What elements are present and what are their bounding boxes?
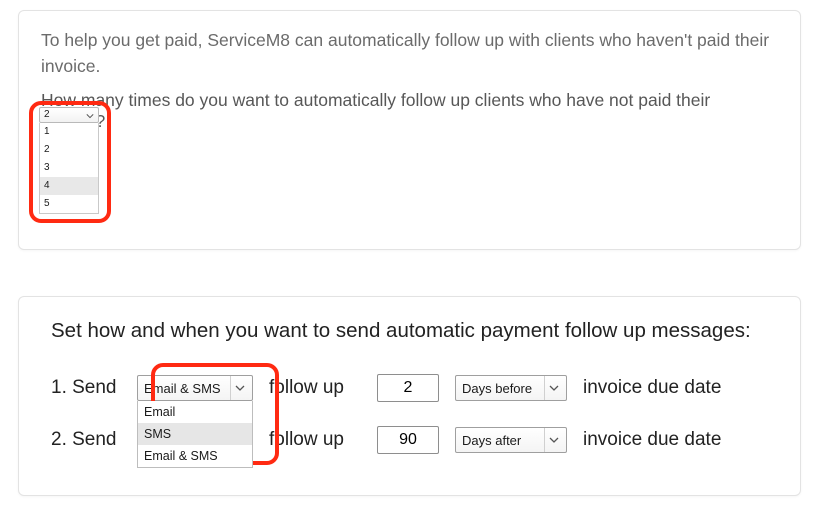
count-option-1[interactable]: 1	[40, 123, 98, 141]
row2-followup-text: follow up	[269, 429, 361, 451]
row1-method-wrap: Email & SMS Email SMS Email & SMS	[137, 375, 253, 401]
followup-count-value: 2	[44, 109, 50, 120]
row1-followup-text: follow up	[269, 377, 361, 399]
row2-timing-value: Days after	[462, 433, 521, 448]
count-option-2[interactable]: 2	[40, 141, 98, 159]
followup-count-select-wrap: 2 1 2 3 4 5	[39, 107, 99, 214]
row2-days-input[interactable]	[377, 426, 439, 454]
row1-method-value: Email & SMS	[144, 381, 221, 396]
count-option-3[interactable]: 3	[40, 159, 98, 177]
row1-timing-select[interactable]: Days before	[455, 375, 567, 401]
method-option-both[interactable]: Email & SMS	[138, 445, 252, 467]
method-option-email[interactable]: Email	[138, 401, 252, 423]
followup-row-1: 1. Send Email & SMS Email SMS Email & SM…	[51, 373, 768, 403]
chevron-down-icon	[84, 111, 96, 121]
row1-due-text: invoice due date	[583, 377, 721, 399]
row1-method-options: Email SMS Email & SMS	[137, 401, 253, 468]
chevron-down-icon	[544, 376, 562, 400]
row1-days-input[interactable]	[377, 374, 439, 402]
count-option-5[interactable]: 5	[40, 195, 98, 213]
followup-schedule-card: Set how and when you want to send automa…	[18, 296, 801, 496]
row2-label: 2. Send	[51, 429, 121, 451]
count-option-4[interactable]: 4	[40, 177, 98, 195]
row1-timing-value: Days before	[462, 381, 532, 396]
followup-count-select[interactable]: 2	[39, 107, 99, 123]
followup-count-options: 1 2 3 4 5	[39, 123, 99, 214]
followup-count-card: To help you get paid, ServiceM8 can auto…	[18, 10, 801, 250]
intro-text: To help you get paid, ServiceM8 can auto…	[41, 27, 778, 80]
chevron-down-icon	[230, 376, 248, 400]
schedule-heading: Set how and when you want to send automa…	[51, 319, 768, 343]
row2-due-text: invoice due date	[583, 429, 721, 451]
method-option-sms[interactable]: SMS	[138, 423, 252, 445]
question-text: How many times do you want to automatica…	[41, 90, 778, 132]
row1-method-select[interactable]: Email & SMS	[137, 375, 253, 401]
row2-timing-select[interactable]: Days after	[455, 427, 567, 453]
row1-label: 1. Send	[51, 377, 121, 399]
chevron-down-icon	[544, 428, 562, 452]
